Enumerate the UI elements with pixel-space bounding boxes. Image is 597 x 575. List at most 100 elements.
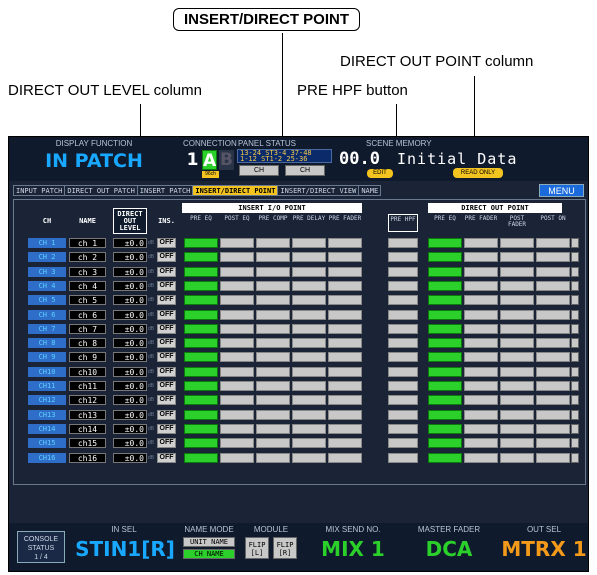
insert-on-off-button[interactable]: OFF <box>157 438 176 449</box>
insert-point-button[interactable] <box>292 266 326 277</box>
direct-out-point-button[interactable] <box>428 395 462 406</box>
insert-point-button[interactable] <box>184 366 218 377</box>
pre-hpf-button[interactable] <box>388 238 418 248</box>
pre-hpf-button[interactable] <box>388 381 418 391</box>
direct-out-level[interactable]: ±0.0 <box>113 409 147 420</box>
direct-out-point-button[interactable] <box>464 280 498 291</box>
direct-out-point-button[interactable] <box>464 309 498 320</box>
insert-point-button[interactable] <box>292 452 326 463</box>
tab-insert-direct-point[interactable]: INSERT/DIRECT POINT <box>192 185 279 196</box>
insert-point-button[interactable] <box>220 323 254 334</box>
direct-out-point-button[interactable] <box>464 438 498 449</box>
insert-on-off-button[interactable]: OFF <box>157 381 176 391</box>
channel-name[interactable]: ch15 <box>69 438 106 449</box>
insert-point-button[interactable] <box>256 423 290 434</box>
insert-point-button[interactable] <box>328 423 362 434</box>
insert-point-button[interactable] <box>328 309 362 320</box>
tab-insert-patch[interactable]: INSERT PATCH <box>136 185 194 196</box>
insert-point-button[interactable] <box>292 238 326 248</box>
pre-hpf-button[interactable] <box>388 423 418 434</box>
insert-on-off-button[interactable]: OFF <box>157 295 176 306</box>
insert-on-off-button[interactable]: OFF <box>157 366 176 377</box>
direct-out-point-button[interactable] <box>428 295 462 306</box>
direct-out-point-button[interactable] <box>464 338 498 349</box>
direct-out-point-button[interactable] <box>464 295 498 306</box>
pre-hpf-button[interactable] <box>388 438 418 449</box>
direct-out-point-button[interactable] <box>428 438 462 449</box>
insert-point-button[interactable] <box>328 238 362 248</box>
channel-name[interactable]: ch12 <box>69 395 106 406</box>
insert-point-button[interactable] <box>256 438 290 449</box>
direct-out-level[interactable]: ±0.0 <box>113 452 147 463</box>
direct-out-point-button[interactable] <box>464 366 498 377</box>
insert-point-button[interactable] <box>220 381 254 391</box>
insert-point-button[interactable] <box>292 338 326 349</box>
channel-label[interactable]: CH16 <box>28 452 66 463</box>
insert-point-button[interactable] <box>256 381 290 391</box>
pre-hpf-button[interactable] <box>388 338 418 349</box>
channel-label[interactable]: CH13 <box>28 409 66 420</box>
direct-out-level[interactable]: ±0.0 <box>113 438 147 449</box>
direct-out-level[interactable]: ±0.0 <box>113 323 147 334</box>
channel-label[interactable]: CH 4 <box>28 280 66 291</box>
direct-out-point-button[interactable] <box>464 323 498 334</box>
direct-out-level[interactable]: ±0.0 <box>113 395 147 406</box>
insert-point-button[interactable] <box>328 452 362 463</box>
insert-point-button[interactable] <box>292 438 326 449</box>
insert-point-button[interactable] <box>328 438 362 449</box>
insert-point-button[interactable] <box>256 409 290 420</box>
channel-name[interactable]: ch16 <box>69 452 106 463</box>
channel-label[interactable]: CH11 <box>28 381 66 391</box>
direct-out-point-button[interactable] <box>428 366 462 377</box>
scrollbar-segment[interactable] <box>571 252 579 263</box>
insert-point-button[interactable] <box>184 438 218 449</box>
insert-on-off-button[interactable]: OFF <box>157 280 176 291</box>
direct-out-point-button[interactable] <box>464 395 498 406</box>
insert-point-button[interactable] <box>220 366 254 377</box>
direct-out-point-button[interactable] <box>536 280 570 291</box>
insert-point-button[interactable] <box>292 295 326 306</box>
direct-out-point-button[interactable] <box>536 338 570 349</box>
channel-name[interactable]: ch10 <box>69 366 106 377</box>
flip-left-button[interactable]: FLIP [L] <box>245 537 269 559</box>
direct-out-level[interactable]: ±0.0 <box>113 252 147 263</box>
insert-point-button[interactable] <box>328 338 362 349</box>
channel-name[interactable]: ch 5 <box>69 295 106 306</box>
direct-out-point-button[interactable] <box>536 381 570 391</box>
direct-out-point-button[interactable] <box>500 366 534 377</box>
layer-1[interactable]: 1 <box>185 150 200 170</box>
tab-input-patch[interactable]: INPUT PATCH <box>13 185 66 196</box>
insert-point-button[interactable] <box>292 381 326 391</box>
direct-out-level[interactable]: ±0.0 <box>113 295 147 306</box>
direct-out-point-button[interactable] <box>500 352 534 363</box>
scrollbar-segment[interactable] <box>571 381 579 391</box>
insert-point-button[interactable] <box>184 381 218 391</box>
pre-hpf-button[interactable] <box>388 352 418 363</box>
direct-out-point-button[interactable] <box>464 238 498 248</box>
insert-point-button[interactable] <box>256 295 290 306</box>
direct-out-point-button[interactable] <box>536 323 570 334</box>
direct-out-level[interactable]: ±0.0 <box>113 266 147 277</box>
direct-out-point-button[interactable] <box>500 238 534 248</box>
insert-point-button[interactable] <box>220 409 254 420</box>
direct-out-point-button[interactable] <box>500 323 534 334</box>
insert-on-off-button[interactable]: OFF <box>157 238 176 248</box>
insert-on-off-button[interactable]: OFF <box>157 266 176 277</box>
direct-out-point-button[interactable] <box>536 452 570 463</box>
insert-point-button[interactable] <box>220 438 254 449</box>
direct-out-level[interactable]: ±0.0 <box>113 338 147 349</box>
menu-button[interactable]: MENU <box>539 184 584 197</box>
direct-out-point-button[interactable] <box>500 295 534 306</box>
pre-hpf-button[interactable] <box>388 295 418 306</box>
channel-name[interactable]: ch14 <box>69 423 106 434</box>
direct-out-point-button[interactable] <box>536 352 570 363</box>
direct-out-point-button[interactable] <box>500 409 534 420</box>
insert-point-button[interactable] <box>220 352 254 363</box>
insert-point-button[interactable] <box>184 452 218 463</box>
insert-point-button[interactable] <box>328 366 362 377</box>
scrollbar-segment[interactable] <box>571 295 579 306</box>
direct-out-point-button[interactable] <box>500 252 534 263</box>
channel-name[interactable]: ch 1 <box>69 238 106 248</box>
layer-a-button[interactable]: A <box>202 150 217 171</box>
insert-point-button[interactable] <box>292 366 326 377</box>
